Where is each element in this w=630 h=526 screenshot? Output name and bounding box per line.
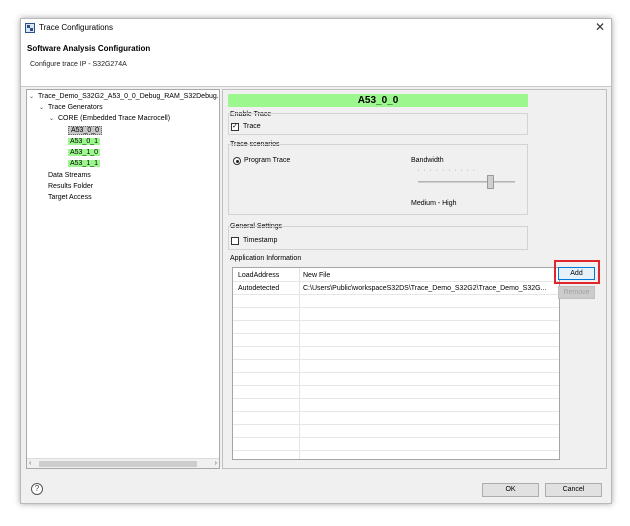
table-row xyxy=(233,426,559,438)
table-row xyxy=(233,439,559,451)
table-row xyxy=(233,361,559,373)
title-bar: Trace Configurations ✕ xyxy=(21,19,611,38)
table-row xyxy=(233,400,559,412)
add-button[interactable]: Add xyxy=(558,267,595,280)
core-settings-pane: A53_0_0 Enable Trace ✓ Trace Trace scena… xyxy=(222,89,607,469)
tree-horizontal-scrollbar[interactable]: ‹ › xyxy=(27,458,219,468)
application-info-table[interactable]: LoadAddress New File Autodetected C:\Use… xyxy=(232,267,560,460)
table-cell-value: New File xyxy=(303,272,331,279)
table-row xyxy=(233,322,559,334)
table-row xyxy=(233,387,559,399)
config-tree: ⌄ Trace_Demo_S32G2_A53_0_0_Debug_RAM_S32… xyxy=(26,89,220,469)
bandwidth-slider[interactable] xyxy=(418,181,515,183)
program-trace-label: Program Trace xyxy=(244,157,291,164)
header-title: Software Analysis Configuration xyxy=(27,44,151,53)
scroll-right-icon[interactable]: › xyxy=(215,459,217,469)
scrollbar-thumb[interactable] xyxy=(39,461,197,467)
window-title: Trace Configurations xyxy=(39,23,113,32)
close-icon[interactable]: ✕ xyxy=(595,20,605,34)
table-cell-value: C:\Users\Public\workspaceS32DS\Trace_Dem… xyxy=(303,285,547,292)
chevron-down-icon[interactable]: ⌄ xyxy=(39,102,44,114)
dialog-window: Trace Configurations ✕ Software Analysis… xyxy=(20,18,612,504)
trace-scenarios-group xyxy=(228,144,528,215)
timestamp-label: Timestamp xyxy=(243,237,278,244)
scroll-left-icon[interactable]: ‹ xyxy=(29,459,31,469)
table-row xyxy=(233,348,559,360)
remove-button[interactable]: Remove xyxy=(558,286,595,299)
bandwidth-value: Medium - High xyxy=(411,200,457,207)
tree-item-label: A53_0_1 xyxy=(68,138,101,145)
tree-item-core-3[interactable]: A53_1_1 xyxy=(68,158,101,170)
table-row[interactable]: Autodetected C:\Users\Public\workspaceS3… xyxy=(233,283,559,295)
program-trace-radio[interactable] xyxy=(233,157,241,165)
trace-checkbox-label: Trace xyxy=(243,123,261,130)
slider-ticks: '''''''''' xyxy=(418,170,480,176)
table-row xyxy=(233,335,559,347)
table-row xyxy=(233,413,559,425)
tree-item-label: CORE (Embedded Trace Macrocell) xyxy=(58,115,171,122)
table-cell-key: LoadAddress xyxy=(238,272,280,279)
table-row xyxy=(233,374,559,386)
application-info-label: Application Information xyxy=(230,255,302,262)
table-row xyxy=(233,309,559,321)
app-icon xyxy=(25,23,35,33)
enable-trace-group xyxy=(228,113,528,135)
ok-button[interactable]: OK xyxy=(482,483,539,497)
chevron-down-icon[interactable]: ⌄ xyxy=(49,113,54,125)
trace-checkbox[interactable]: ✓ xyxy=(231,123,239,131)
cancel-button[interactable]: Cancel xyxy=(545,483,602,497)
table-row[interactable]: LoadAddress New File xyxy=(233,270,559,282)
header-subtitle: Configure trace IP - S32G274A xyxy=(30,61,127,68)
bandwidth-slider-thumb[interactable] xyxy=(486,175,494,189)
dialog-header: Software Analysis Configuration Configur… xyxy=(21,38,611,87)
selected-core-banner: A53_0_0 xyxy=(228,94,528,107)
tree-item-label: A53_1_1 xyxy=(68,160,101,167)
tree-item-target-access[interactable]: Target Access xyxy=(48,192,92,204)
tree-item-label: A53_1_0 xyxy=(68,149,101,156)
table-row xyxy=(233,296,559,308)
table-cell-key: Autodetected xyxy=(238,285,280,292)
tree-item-label: A53_0_0 xyxy=(68,126,103,135)
chevron-down-icon[interactable]: ⌄ xyxy=(29,91,34,103)
timestamp-checkbox[interactable] xyxy=(231,237,239,245)
bandwidth-label: Bandwidth xyxy=(411,157,444,164)
help-icon[interactable]: ? xyxy=(31,483,43,495)
